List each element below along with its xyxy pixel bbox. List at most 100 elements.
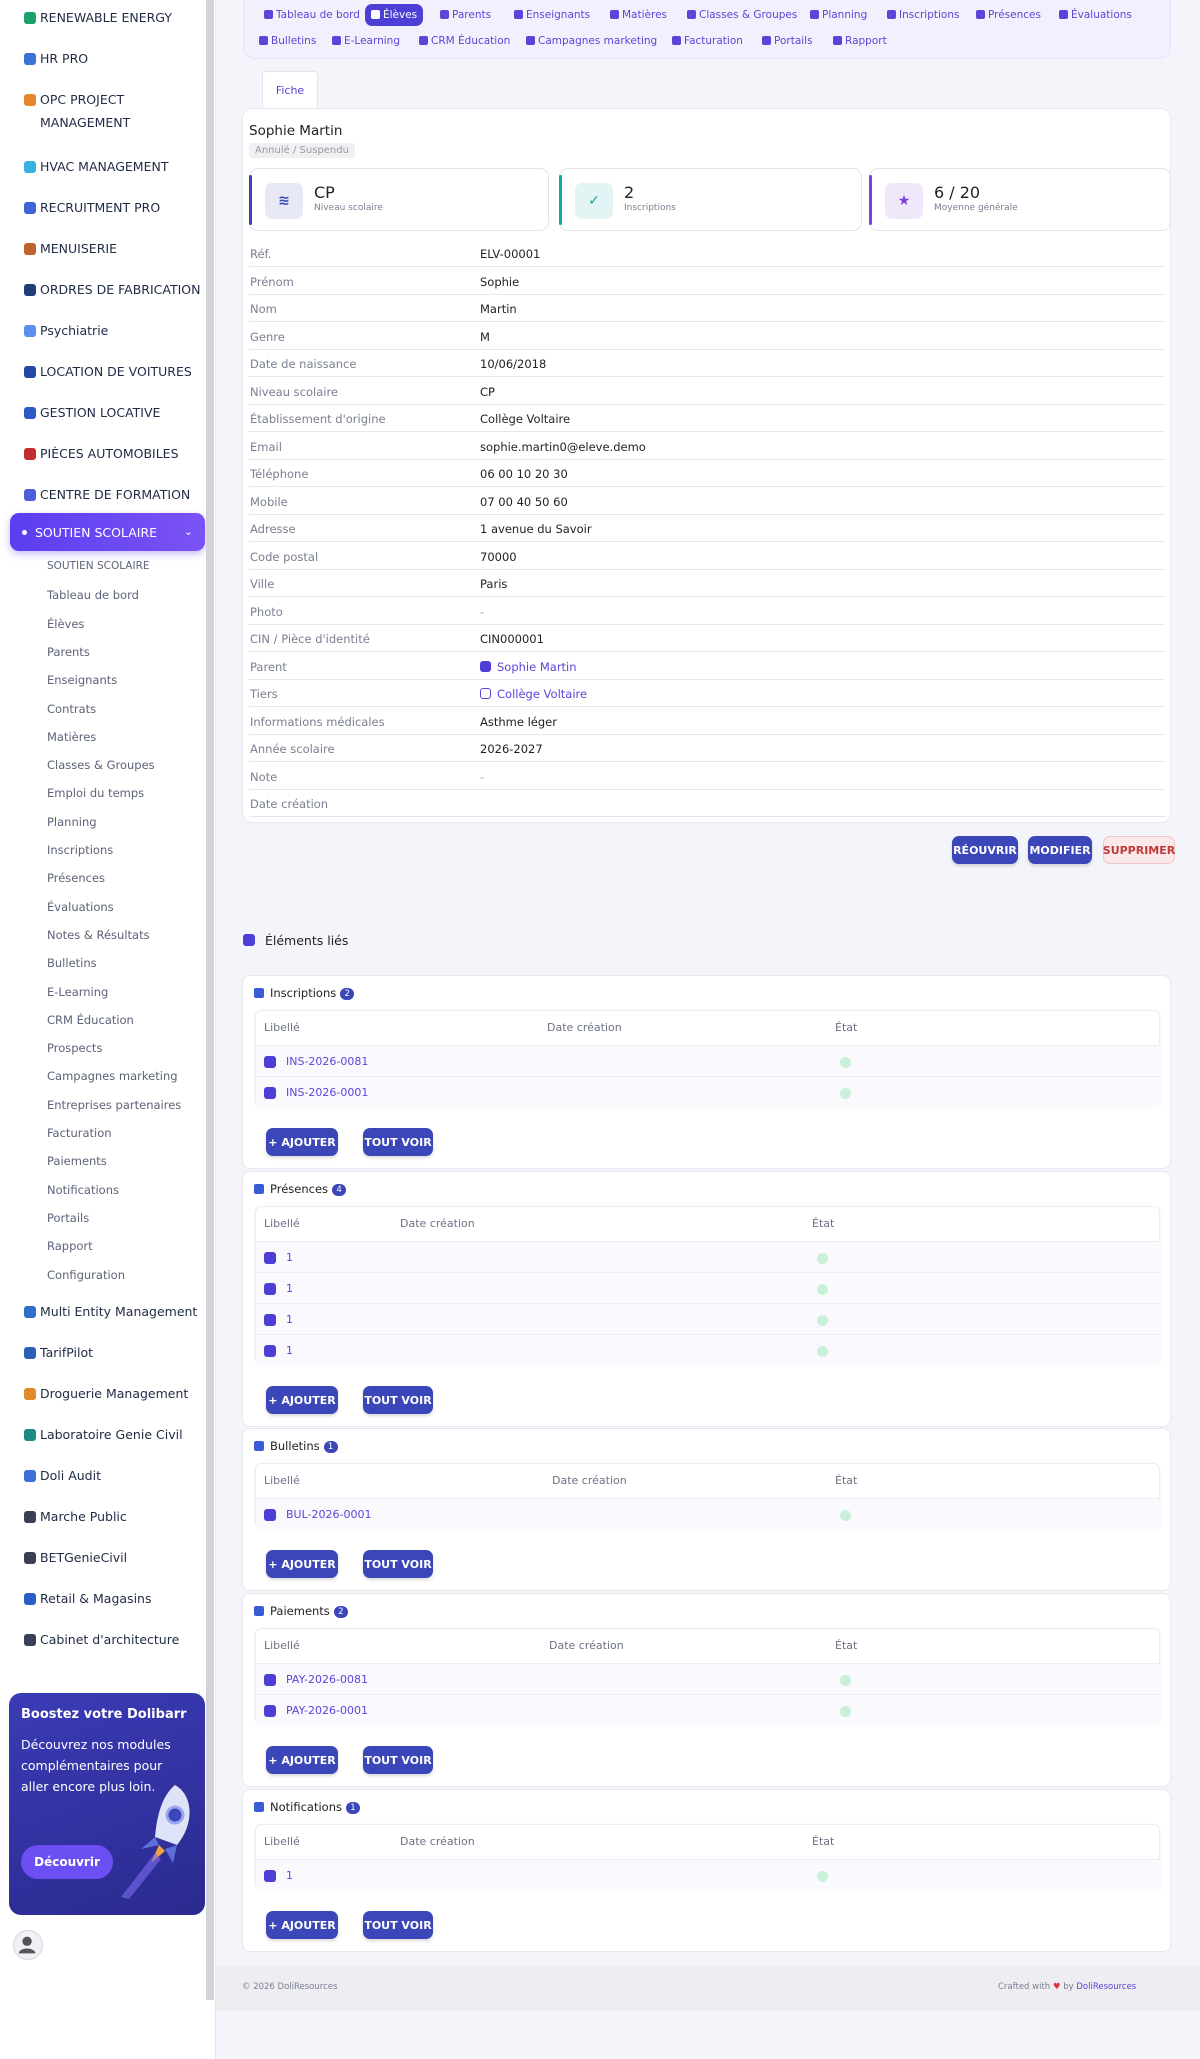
table-row[interactable]: 1 — [256, 1334, 1161, 1365]
sidebar-item-hr-pro[interactable]: HR PRO — [0, 47, 205, 70]
sidebar-sub-item-parents[interactable]: Parents — [47, 645, 90, 659]
sidebar-sub-item-enseignants[interactable]: Enseignants — [47, 673, 117, 687]
sidebar-sub-item-presences[interactable]: Présences — [47, 871, 105, 885]
sidebar-sub-item-paiements[interactable]: Paiements — [47, 1154, 107, 1168]
sidebar-sub-item-tableau-de-bord[interactable]: Tableau de bord — [47, 588, 139, 602]
view-all-button[interactable]: TOUT VOIR — [363, 1746, 433, 1774]
sidebar-sub-item-inscriptions[interactable]: Inscriptions — [47, 843, 113, 857]
row-link[interactable]: 1 — [286, 1251, 293, 1264]
sidebar-sub-item-configuration[interactable]: Configuration — [47, 1268, 125, 1282]
sidebar-item-laboratoire-genie-civil[interactable]: Laboratoire Genie Civil — [0, 1423, 205, 1446]
sidebar-sub-item-portails[interactable]: Portails — [47, 1211, 89, 1225]
sidebar-item-renewable-energy[interactable]: RENEWABLE ENERGY — [0, 6, 205, 29]
sidebar-item-hvac-management[interactable]: HVAC MANAGEMENT — [0, 155, 205, 178]
sidebar-item-recruitment-pro[interactable]: RECRUITMENT PRO — [0, 196, 205, 219]
field-value[interactable]: Collège Voltaire — [480, 687, 587, 701]
tab-e-learning[interactable]: E-Learning — [326, 30, 406, 52]
sidebar-item-multi-entity-management[interactable]: Multi Entity Management — [0, 1300, 205, 1323]
reopen-button[interactable]: RÉOUVRIR — [952, 836, 1018, 864]
tab-campagnes-marketing[interactable]: Campagnes marketing — [520, 30, 663, 52]
table-row[interactable]: 1 — [256, 1272, 1161, 1303]
add-button[interactable]: + AJOUTER — [266, 1128, 338, 1156]
table-row[interactable]: PAY-2026-0001 — [256, 1694, 1161, 1725]
sidebar-sub-item-eleves[interactable]: Élèves — [47, 617, 84, 631]
user-avatar[interactable] — [13, 1930, 43, 1960]
sidebar-item-tarifpilot[interactable]: TarifPilot — [0, 1341, 205, 1364]
row-link[interactable]: 1 — [286, 1869, 293, 1882]
sidebar-sub-item-notifications[interactable]: Notifications — [47, 1183, 119, 1197]
add-button[interactable]: + AJOUTER — [266, 1550, 338, 1578]
table-row[interactable]: PAY-2026-0081 — [256, 1663, 1161, 1694]
tab-portails[interactable]: Portails — [756, 30, 819, 52]
tab-crm-education[interactable]: CRM Éducation — [413, 30, 516, 52]
table-row[interactable]: 1 — [256, 1241, 1161, 1272]
sidebar-sub-item-entreprises-partenaires[interactable]: Entreprises partenaires — [47, 1098, 181, 1112]
sidebar-item-location-de-voitures[interactable]: LOCATION DE VOITURES — [0, 360, 205, 383]
sidebar-sub-item-emploi-du-temps[interactable]: Emploi du temps — [47, 786, 144, 800]
tab-parents[interactable]: Parents — [434, 4, 497, 26]
sidebar-item-gestion-locative[interactable]: GESTION LOCATIVE — [0, 401, 205, 424]
sidebar-sub-item-soutien-scolaire[interactable]: SOUTIEN SCOLAIRE — [47, 560, 150, 572]
sidebar-item-soutien-scolaire[interactable]: SOUTIEN SCOLAIRE ⌄ — [10, 513, 205, 551]
row-link[interactable]: PAY-2026-0081 — [286, 1673, 368, 1686]
sidebar-item-droguerie-management[interactable]: Droguerie Management — [0, 1382, 205, 1405]
add-button[interactable]: + AJOUTER — [266, 1746, 338, 1774]
sidebar-sub-item-evaluations[interactable]: Évaluations — [47, 900, 114, 914]
table-row[interactable]: BUL-2026-0001 — [256, 1498, 1161, 1529]
sidebar-sub-item-planning[interactable]: Planning — [47, 815, 97, 829]
add-button[interactable]: + AJOUTER — [266, 1911, 338, 1939]
sidebar-item-doli-audit[interactable]: Doli Audit — [0, 1464, 205, 1487]
view-all-button[interactable]: TOUT VOIR — [363, 1386, 433, 1414]
tab-planning[interactable]: Planning — [804, 4, 873, 26]
sidebar-sub-item-matieres[interactable]: Matières — [47, 730, 96, 744]
sidebar-sub-item-contrats[interactable]: Contrats — [47, 702, 96, 716]
sidebar-sub-item-crm-education[interactable]: CRM Éducation — [47, 1013, 134, 1027]
add-button[interactable]: + AJOUTER — [266, 1386, 338, 1414]
delete-button[interactable]: SUPPRIMER — [1103, 836, 1175, 864]
sidebar-item-menuiserie[interactable]: MENUISERIE — [0, 237, 205, 260]
view-all-button[interactable]: TOUT VOIR — [363, 1550, 433, 1578]
sidebar-sub-item-prospects[interactable]: Prospects — [47, 1041, 102, 1055]
table-row[interactable]: INS-2026-0001 — [256, 1076, 1161, 1107]
tab-fiche[interactable]: Fiche — [262, 71, 318, 109]
sidebar-item-psychiatrie[interactable]: Psychiatrie — [0, 319, 205, 342]
row-link[interactable]: BUL-2026-0001 — [286, 1508, 371, 1521]
sidebar-item-retail-magasins[interactable]: Retail & Magasins — [0, 1587, 205, 1610]
sidebar-item-opc-project-management[interactable]: OPC PROJECT MANAGEMENT — [0, 88, 205, 134]
sidebar-sub-item-rapport[interactable]: Rapport — [47, 1239, 93, 1253]
sidebar-item-ordres-de-fabrication[interactable]: ORDRES DE FABRICATION — [0, 278, 205, 301]
sidebar-item-betgeniecivil[interactable]: BETGenieCivil — [0, 1546, 205, 1569]
tab-rapport[interactable]: Rapport — [827, 30, 893, 52]
discover-button[interactable]: Découvrir — [21, 1845, 113, 1879]
tab-matieres[interactable]: Matières — [604, 4, 673, 26]
row-link[interactable]: 1 — [286, 1282, 293, 1295]
row-link[interactable]: INS-2026-0081 — [286, 1055, 368, 1068]
view-all-button[interactable]: TOUT VOIR — [363, 1128, 433, 1156]
sidebar-item-pieces-automobiles[interactable]: PIÈCES AUTOMOBILES — [0, 442, 205, 465]
table-row[interactable]: INS-2026-0081 — [256, 1045, 1161, 1076]
row-link[interactable]: 1 — [286, 1313, 293, 1326]
sidebar-sub-item-facturation[interactable]: Facturation — [47, 1126, 112, 1140]
row-link[interactable]: PAY-2026-0001 — [286, 1704, 368, 1717]
field-value[interactable]: Sophie Martin — [480, 660, 577, 674]
tab-bulletins[interactable]: Bulletins — [253, 30, 322, 52]
table-row[interactable]: 1 — [256, 1303, 1161, 1334]
tab-classes-groupes[interactable]: Classes & Groupes — [681, 4, 803, 26]
sidebar-item-marche-public[interactable]: Marche Public — [0, 1505, 205, 1528]
table-row[interactable]: 1 — [256, 1859, 1161, 1890]
sidebar-item-centre-de-formation[interactable]: CENTRE DE FORMATION — [0, 483, 205, 506]
tab-evaluations[interactable]: Évaluations — [1053, 4, 1138, 26]
modify-button[interactable]: MODIFIER — [1028, 836, 1092, 864]
view-all-button[interactable]: TOUT VOIR — [363, 1911, 433, 1939]
sidebar-sub-item-notes-resultats[interactable]: Notes & Résultats — [47, 928, 150, 942]
tab-eleves[interactable]: Élèves — [365, 4, 424, 26]
tab-presences[interactable]: Présences — [970, 4, 1047, 26]
sidebar-sub-item-e-learning[interactable]: E-Learning — [47, 985, 108, 999]
tab-enseignants[interactable]: Enseignants — [508, 4, 596, 26]
sidebar-scrollbar[interactable] — [206, 0, 214, 2000]
tab-tableau-de-bord[interactable]: Tableau de bord — [258, 4, 366, 26]
sidebar-sub-item-campagnes-marketing[interactable]: Campagnes marketing — [47, 1069, 178, 1083]
tab-facturation[interactable]: Facturation — [666, 30, 749, 52]
tab-inscriptions[interactable]: Inscriptions — [881, 4, 965, 26]
row-link[interactable]: 1 — [286, 1344, 293, 1357]
